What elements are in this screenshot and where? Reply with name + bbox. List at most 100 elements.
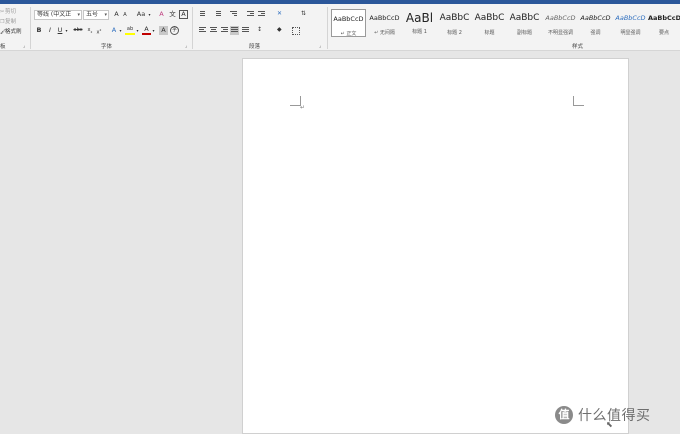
style-item[interactable]: AaBbCcD ↵ 正文: [331, 9, 366, 37]
borders-button[interactable]: [291, 26, 300, 35]
chinese-layout-button[interactable]: ✕: [276, 10, 285, 19]
style-preview: AaBbCcD: [615, 14, 646, 22]
change-case-button[interactable]: Aa: [135, 10, 147, 19]
style-preview: AaBbCcD: [580, 14, 611, 22]
line-spacing-button[interactable]: ↕: [256, 26, 265, 35]
style-name: 副标题: [516, 30, 532, 36]
enclose-characters-button[interactable]: 字: [170, 26, 179, 35]
group-divider: [192, 7, 193, 49]
multilevel-list-button[interactable]: [229, 10, 238, 19]
style-preview: AaBbCcD: [369, 14, 400, 22]
numbering-button[interactable]: [213, 10, 222, 19]
copy-label: 复制: [5, 19, 17, 25]
align-right-button[interactable]: [220, 26, 229, 35]
style-name: ↵ 无间隔: [374, 30, 395, 36]
text-effects-button[interactable]: A: [110, 26, 118, 35]
shrink-font-button[interactable]: A: [121, 11, 129, 20]
watermark-logo-icon: 值: [555, 406, 573, 424]
group-divider: [30, 7, 31, 49]
underline-button[interactable]: U: [56, 26, 64, 35]
document-page[interactable]: ↵: [242, 58, 629, 434]
increase-indent-icon: [258, 11, 265, 18]
paint-bucket-icon: ◆: [277, 26, 282, 33]
styles-gallery: AaBbCcD ↵ 正文 AaBbCcD ↵ 无间隔 AaBl 标题 1 AaB…: [331, 8, 680, 40]
bold-button[interactable]: B: [35, 26, 43, 35]
paragraph-group-label: 段落: [249, 44, 261, 50]
justify-icon: [231, 27, 238, 34]
style-item[interactable]: AaBbCcD 强调: [578, 9, 613, 37]
clear-formatting-button[interactable]: A: [157, 10, 166, 19]
distributed-icon: [242, 27, 249, 34]
style-preview: AaBbC: [509, 13, 540, 23]
bullets-button[interactable]: [197, 10, 206, 19]
font-dialog-launcher-icon[interactable]: ⌟: [185, 43, 187, 49]
increase-indent-button[interactable]: [257, 10, 266, 19]
sort-icon: ⇅: [301, 10, 307, 17]
character-shading-button[interactable]: A: [159, 26, 168, 35]
style-name: 明显强调: [620, 30, 641, 36]
style-item[interactable]: AaBbCcD 明显强调: [613, 9, 648, 37]
paragraph-dialog-launcher-icon[interactable]: ⌟: [319, 43, 321, 49]
style-preview: AaBl: [405, 11, 434, 25]
style-item[interactable]: AaBbCcD ↵ 无间隔: [367, 9, 402, 37]
style-item[interactable]: AaBbCcD 要点: [648, 9, 680, 37]
style-name: 要点: [658, 30, 669, 36]
style-name: ↵ 正文: [340, 31, 357, 37]
font-color-button[interactable]: A: [142, 26, 151, 35]
font-family-value: 等线 (中文正: [37, 11, 72, 18]
chevron-down-icon[interactable]: ▾: [135, 26, 140, 35]
style-item[interactable]: AaBl 标题 1: [402, 9, 437, 37]
style-name: 标题: [484, 30, 495, 36]
font-family-dropdown[interactable]: 等线 (中文正 ▾: [34, 10, 82, 20]
chevron-down-icon: ▾: [104, 12, 107, 18]
clipboard-group-label: 板: [0, 44, 6, 50]
multilevel-list-icon: [230, 11, 237, 18]
align-center-icon: [210, 27, 217, 34]
distributed-button[interactable]: [241, 26, 250, 35]
chevron-down-icon[interactable]: ▾: [64, 26, 69, 35]
style-item[interactable]: AaBbC 标题 2: [437, 9, 472, 37]
sort-button[interactable]: ⇅: [300, 10, 309, 19]
chevron-down-icon[interactable]: ▾: [147, 10, 152, 19]
align-left-button[interactable]: [198, 26, 207, 35]
format-painter-button[interactable]: 🖌格式刷: [0, 27, 22, 35]
crop-mark-top-right: [573, 96, 584, 106]
character-border-button[interactable]: A: [179, 10, 188, 19]
justify-button[interactable]: [230, 26, 239, 35]
style-preview: AaBbC: [474, 13, 505, 23]
watermark-text: 什么值得买: [578, 408, 651, 424]
subscript-button[interactable]: x2: [86, 26, 94, 35]
font-size-dropdown[interactable]: 五号 ▾: [83, 10, 109, 20]
superscript-button[interactable]: x2: [95, 26, 103, 36]
chevron-down-icon[interactable]: ▾: [118, 26, 123, 35]
strikethrough-button[interactable]: abc: [72, 26, 84, 35]
style-item[interactable]: AaBbC 副标题: [507, 9, 542, 37]
style-preview: AaBbC: [439, 13, 470, 23]
phonetic-guide-button[interactable]: 文: [168, 10, 177, 19]
cut-label: 剪切: [5, 9, 17, 15]
align-right-icon: [221, 27, 228, 34]
copy-button[interactable]: ❐复制: [0, 17, 16, 25]
clipboard-dialog-launcher-icon[interactable]: ⌟: [23, 43, 25, 49]
highlight-button[interactable]: ab: [125, 26, 135, 35]
decrease-indent-button[interactable]: [246, 10, 255, 19]
style-name: 标题 1: [412, 29, 427, 35]
italic-button[interactable]: I: [46, 26, 54, 35]
style-preview: AaBbCcD: [545, 14, 576, 22]
style-item[interactable]: AaBbCcD 不明显强调: [543, 9, 578, 37]
chinese-layout-icon: ✕: [277, 10, 283, 17]
shading-button[interactable]: ◆: [276, 26, 285, 35]
chevron-down-icon: ▾: [77, 12, 80, 18]
cut-button[interactable]: ✂剪切: [0, 7, 16, 15]
align-center-button[interactable]: [209, 26, 218, 35]
ribbon-home-tab: ✂剪切 ❐复制 🖌格式刷 板 ⌟ 等线 (中文正 ▾ 五号 ▾ A A Aa ▾…: [0, 4, 680, 51]
style-item[interactable]: AaBbC 标题: [472, 9, 507, 37]
style-preview: AaBbCcD: [648, 14, 680, 22]
style-name: 不明显强调: [547, 30, 573, 36]
chevron-down-icon[interactable]: ▾: [151, 26, 156, 35]
line-spacing-icon: ↕: [257, 26, 263, 33]
font-group-label: 字体: [101, 44, 113, 50]
style-preview: AaBbCcD: [333, 15, 364, 23]
grow-font-button[interactable]: A: [112, 10, 121, 19]
style-name: 标题 2: [447, 30, 462, 36]
